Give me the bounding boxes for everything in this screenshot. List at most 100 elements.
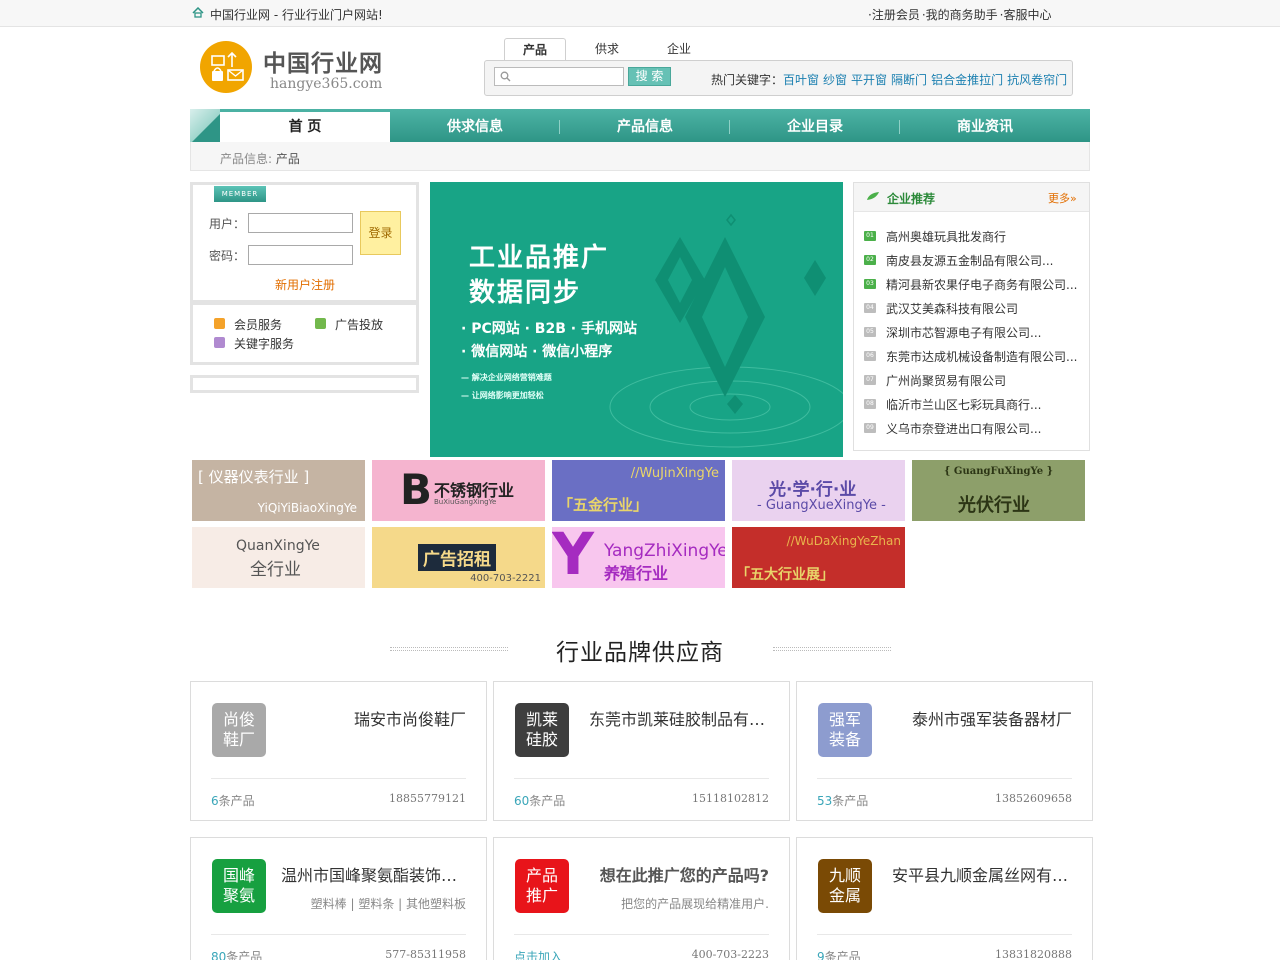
list-item[interactable]: 07 广州尚聚贸易有限公司 (864, 372, 1084, 388)
count-suffix: 条产品 (529, 794, 566, 808)
breadcrumb-bar (190, 142, 1090, 171)
hot-keyword[interactable]: 抗风卷帘门 (1007, 73, 1067, 87)
nav-item-home[interactable]: 首 页 (220, 112, 390, 142)
product-count: 80条产品 (211, 948, 262, 960)
login-button[interactable]: 登录 (360, 211, 401, 255)
list-item[interactable]: 01 高州奥雄玩具批发商行 (864, 228, 1084, 244)
tile-subtitle: QuanXingYe (236, 538, 320, 554)
avatar-line: 国峰 (222, 866, 255, 885)
tile-letter: B (400, 465, 433, 514)
hot-keyword[interactable]: 百叶窗 (783, 73, 819, 87)
home-icon[interactable] (192, 7, 204, 18)
promo-card[interactable]: 产品 推广 想在此推广您的产品吗? 把您的产品展现给精准用户. 点击加入 400-… (493, 837, 790, 960)
avatar: 九顺 金属 (818, 859, 872, 913)
avatar: 凯莱 硅胶 (515, 703, 569, 757)
nav-item-products[interactable]: 产品信息 (560, 112, 730, 142)
tile-breeding-industry[interactable]: Y YangZhiXingYe 养殖行业 (552, 527, 725, 588)
supplier-phone: 13852609658 (995, 792, 1072, 805)
tile-title: 「五金行业」 (558, 496, 649, 514)
rank-badge: 09 (864, 423, 876, 433)
company-name: 深圳市芯智源电子有限公司... (886, 326, 1042, 340)
supplier-card[interactable]: 尚俊 鞋厂 瑞安市尚俊鞋厂 6条产品 18855779121 (190, 681, 487, 821)
tile-subtitle: BuXiuGangXingYe (434, 498, 497, 506)
supplier-card[interactable]: 国峰聚氨 温州市国峰聚氨酯装饰材料有限公司 塑料棒 | 塑料条 | 其他塑料板 … (190, 837, 487, 960)
leaf-icon (867, 192, 879, 200)
count-suffix: 条产品 (218, 794, 255, 808)
hot-keyword[interactable]: 铝合金推拉门 (931, 73, 1003, 87)
list-item[interactable]: 02 南皮县友源五金制品有限公司... (864, 252, 1084, 268)
business-assistant-link[interactable]: ·我的商务助手 (922, 8, 998, 22)
empty-panel (190, 375, 419, 393)
hot-keyword[interactable]: 平开窗 (851, 73, 887, 87)
hot-keywords: 百叶窗 纱窗 平开窗 隔断门 铝合金推拉门 抗风卷帘门 (783, 71, 1071, 88)
promo-banner[interactable]: 工业品推广 数据同步 · PC网站 · B2B · 手机网站 · 微信网站 · … (430, 182, 843, 457)
tile-all-industry[interactable]: QuanXingYe 全行业 (192, 527, 365, 588)
tile-optics-industry[interactable]: 光·学·行·业 - GuangXueXingYe - (732, 460, 905, 521)
company-name: 武汉艾美森科技有限公司 (886, 302, 1019, 316)
product-count: 53条产品 (817, 792, 868, 809)
breadcrumb-prefix[interactable]: 产品信息: (220, 152, 272, 166)
tile-stainless-industry[interactable]: B 不锈钢行业 BuXiuGangXingYe (372, 460, 545, 521)
hot-keyword[interactable]: 隔断门 (891, 73, 927, 87)
section-title: 行业品牌供应商 (556, 640, 724, 666)
tile-photovoltaic-industry[interactable]: { GuangFuXingYe } 光伏行业 (912, 460, 1085, 521)
search-tab-product[interactable]: 产品 (504, 38, 566, 62)
company-name: 精河县新农果仔电子商务有限公司... (886, 278, 1078, 292)
search-input[interactable] (494, 67, 624, 86)
nav-item-supply[interactable]: 供求信息 (390, 112, 560, 142)
supplier-phone: 15118102812 (692, 792, 769, 805)
company-name: 高州奥雄玩具批发商行 (886, 230, 1007, 244)
tile-hardware-industry[interactable]: //WuJinXingYe 「五金行业」 (552, 460, 725, 521)
list-item[interactable]: 05 深圳市芯智源电子有限公司... (864, 324, 1084, 340)
list-item[interactable]: 06 东莞市达成机械设备制造有限公司... (864, 348, 1084, 364)
search-tab-company[interactable]: 企业 (652, 38, 706, 61)
nav-item-companies[interactable]: 企业目录 (730, 112, 900, 142)
username-input[interactable] (248, 213, 353, 233)
list-item[interactable]: 04 武汉艾美森科技有限公司 (864, 300, 1084, 316)
rank-badge: 04 (864, 303, 876, 313)
title-decoration (390, 647, 508, 651)
logo-icon[interactable] (200, 41, 252, 93)
count-suffix: 条产品 (832, 794, 869, 808)
supplier-card[interactable]: 凯莱硅胶 东莞市凯莱硅胶制品有限公司 60条产品 15118102812 (493, 681, 790, 821)
tile-instrument-industry[interactable]: [ 仪器仪表行业 ] YiQiYiBiaoXingYe (192, 460, 365, 521)
product-count: 9条产品 (817, 948, 861, 960)
tile-five-expo[interactable]: //WuDaXingYeZhan 「五大行业展」 (732, 527, 905, 588)
keyword-service-link[interactable]: 关键字服务 (234, 335, 294, 352)
company-name: 南皮县友源五金制品有限公司... (886, 254, 1054, 268)
promo-title: 想在此推广您的产品吗? (599, 866, 769, 885)
member-service-link[interactable]: 会员服务 (234, 316, 282, 333)
tile-title: 广告招租 (418, 544, 496, 571)
list-item[interactable]: 09 义乌市奈登进出口有限公司... (864, 420, 1084, 436)
nav-item-news[interactable]: 商业资讯 (900, 112, 1070, 142)
divider (514, 778, 769, 779)
title-decoration (773, 647, 891, 651)
search-button[interactable]: 搜 索 (628, 67, 671, 86)
password-input[interactable] (248, 245, 353, 265)
list-item[interactable]: 03 精河县新农果仔电子商务有限公司... (864, 276, 1084, 292)
supplier-phone: 577-85311958 (385, 948, 466, 960)
register-member-link[interactable]: ·注册会员 (868, 8, 920, 22)
tile-subtitle: - GuangXueXingYe - (757, 498, 886, 513)
join-text: 点击加入 (514, 950, 563, 960)
list-item[interactable]: 08 临沂市兰山区七彩玩具商行... (864, 396, 1084, 412)
logo-title[interactable]: 中国行业网 (263, 44, 383, 78)
user-label: 用户： (209, 217, 246, 231)
register-link[interactable]: 新用户注册 (275, 276, 335, 293)
recommend-more-link[interactable]: 更多» (1048, 190, 1077, 206)
hot-keyword[interactable]: 纱窗 (823, 73, 847, 87)
supplier-card[interactable]: 强军 装备 泰州市强军装备器材厂 53条产品 13852609658 (796, 681, 1093, 821)
supplier-card[interactable]: 九顺金属 安平县九顺金属丝网有限公司 9条产品 13831820888 (796, 837, 1093, 960)
tile-subtitle: //WuDaXingYeZhan (786, 534, 901, 548)
join-link[interactable]: 点击加入 (514, 948, 562, 960)
ad-service-link[interactable]: 广告投放 (335, 316, 383, 333)
supplier-phone: 18855779121 (389, 792, 466, 805)
tile-subtitle: YangZhiXingYe (604, 541, 725, 561)
rank-badge: 06 (864, 351, 876, 361)
tile-ad-rental[interactable]: 广告招租 400-703-2221 (372, 527, 545, 588)
customer-service-link[interactable]: ·客服中心 (1000, 8, 1052, 22)
banner-small-1: — 解决企业网络营销难题 (461, 373, 552, 382)
tile-subtitle: 400-703-2221 (470, 573, 541, 584)
search-tab-supply[interactable]: 供求 (580, 38, 634, 61)
nav-corner-decoration (190, 109, 220, 142)
